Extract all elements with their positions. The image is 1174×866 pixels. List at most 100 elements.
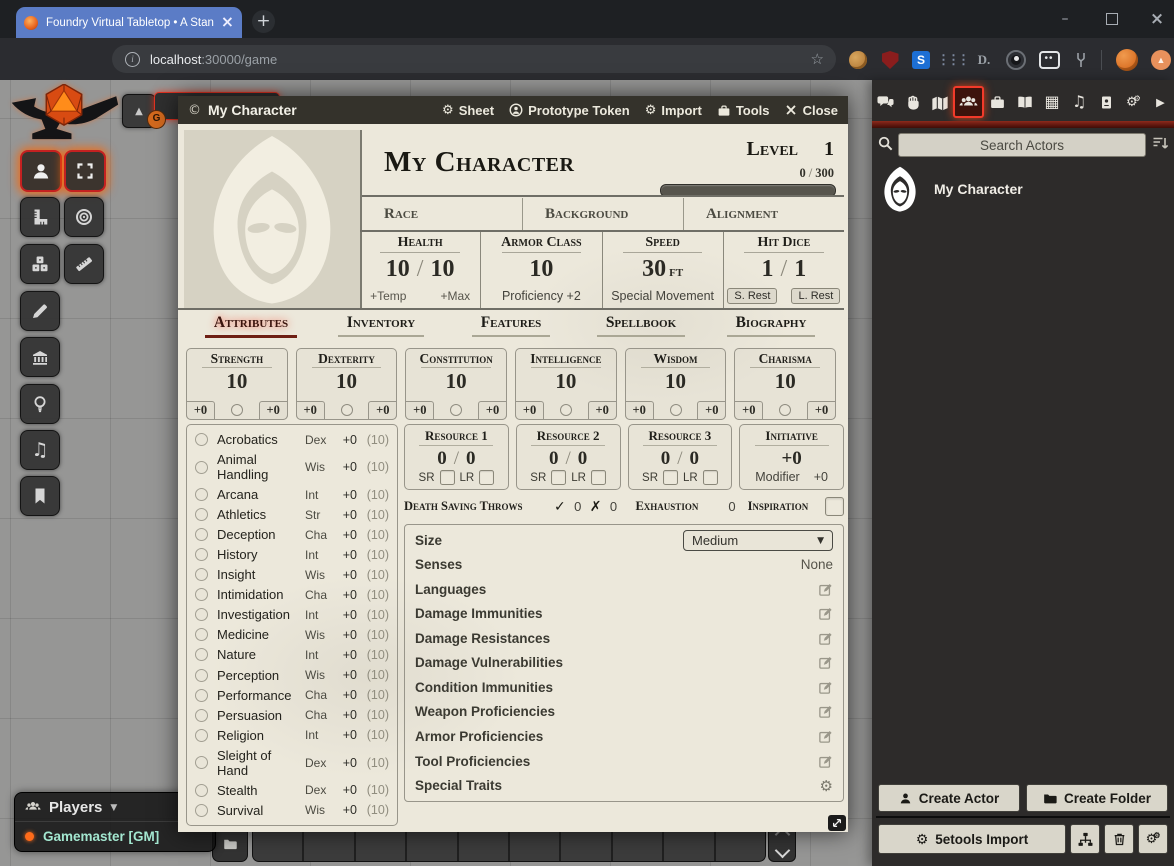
- ability-save[interactable]: +0: [259, 401, 288, 420]
- tab-spellbook[interactable]: Spellbook: [576, 314, 706, 342]
- address-bar[interactable]: i localhost:30000/game: [112, 45, 836, 73]
- edit-icon[interactable]: [818, 754, 833, 769]
- resource-box[interactable]: Resource 3 0/0 SR LR: [628, 424, 733, 490]
- skill-row[interactable]: Medicine Wis +0 (10): [195, 627, 389, 642]
- long-rest-button[interactable]: L. Rest: [791, 288, 840, 304]
- skill-proficiency-radio[interactable]: [195, 784, 208, 797]
- dark-reader-extension-icon[interactable]: D.: [973, 49, 995, 71]
- ability-mod[interactable]: +0: [625, 401, 654, 420]
- detail-field[interactable]: Race: [362, 198, 522, 230]
- tempmax-hp-label[interactable]: +Max: [440, 289, 470, 303]
- death-failure-icon[interactable]: [590, 498, 602, 515]
- resource-box[interactable]: Resource 1 0/0 SR LR: [404, 424, 509, 490]
- tab-chat[interactable]: [872, 85, 899, 119]
- macro-slot[interactable]: [664, 827, 715, 861]
- tab-tables[interactable]: [1039, 85, 1066, 119]
- sort-mode-icon[interactable]: [1151, 135, 1169, 152]
- initiative-modifier[interactable]: +0: [814, 470, 828, 484]
- skill-row[interactable]: Religion Int +0 (10): [195, 728, 389, 743]
- drawing-controls-button[interactable]: [20, 291, 60, 331]
- speed-block[interactable]: Speed 30ft Special Movement: [602, 232, 723, 308]
- search-actors-input[interactable]: [898, 133, 1146, 157]
- skill-proficiency-radio[interactable]: [195, 628, 208, 641]
- detail-field[interactable]: Background: [522, 198, 683, 230]
- close-window-button[interactable]: Close: [785, 103, 838, 118]
- death-successes[interactable]: 0: [570, 499, 586, 514]
- resource-values[interactable]: 0/0: [437, 448, 475, 470]
- update-badge-icon[interactable]: ▲: [1150, 49, 1172, 71]
- resource-box[interactable]: Resource 2 0/0 SR LR: [516, 424, 621, 490]
- resource-title[interactable]: Resource 2: [537, 428, 600, 444]
- save-proficiency-radio[interactable]: [231, 404, 243, 416]
- sr-checkbox[interactable]: [551, 470, 566, 485]
- skill-row[interactable]: History Int +0 (10): [195, 547, 389, 562]
- browser-tab[interactable]: Foundry Virtual Tabletop • A Stan: [16, 7, 242, 38]
- tab-attributes[interactable]: Attributes: [186, 314, 316, 342]
- window-close-button[interactable]: [1137, 0, 1174, 38]
- skill-row[interactable]: Investigation Int +0 (10): [195, 607, 389, 622]
- skill-row[interactable]: Persuasion Cha +0 (10): [195, 708, 389, 723]
- edit-icon[interactable]: [818, 582, 833, 597]
- ability-name[interactable]: Wisdom: [654, 351, 698, 367]
- cookie-extension-icon[interactable]: [847, 49, 869, 71]
- folder-tree-button[interactable]: [1070, 824, 1100, 854]
- create-folder-button[interactable]: Create Folder: [1026, 784, 1168, 812]
- tab-close-icon[interactable]: [221, 15, 234, 30]
- ability-save[interactable]: +0: [697, 401, 726, 420]
- skill-proficiency-radio[interactable]: [195, 508, 208, 521]
- character-name[interactable]: My Character: [384, 146, 574, 179]
- macro-slot[interactable]: [510, 827, 561, 861]
- initiative-value[interactable]: +0: [781, 448, 801, 470]
- skill-row[interactable]: Deception Cha +0 (10): [195, 527, 389, 542]
- macro-slot[interactable]: [407, 827, 458, 861]
- actor-avatar[interactable]: [880, 166, 920, 212]
- armor-class-block[interactable]: Armor Class 10 Proficiency +2: [480, 232, 601, 308]
- skill-proficiency-radio[interactable]: [195, 548, 208, 561]
- skill-row[interactable]: Stealth Dex +0 (10): [195, 783, 389, 798]
- ability-name[interactable]: Charisma: [759, 351, 812, 367]
- character-portrait[interactable]: [184, 130, 360, 308]
- skill-row[interactable]: Acrobatics Dex +0 (10): [195, 432, 389, 447]
- skill-proficiency-radio[interactable]: [195, 669, 208, 682]
- ability-score[interactable]: 10: [226, 369, 247, 394]
- ability-mod[interactable]: +0: [734, 401, 763, 420]
- tab-settings[interactable]: [1120, 85, 1147, 119]
- save-proficiency-radio[interactable]: [670, 404, 682, 416]
- import-button[interactable]: Import: [645, 102, 702, 118]
- tab-actors[interactable]: [953, 86, 984, 118]
- window-maximize-button[interactable]: [1092, 0, 1132, 38]
- macro-slot[interactable]: [561, 827, 612, 861]
- window-header[interactable]: My Character Sheet Prototype Token Impor…: [178, 96, 848, 124]
- sr-checkbox[interactable]: [440, 470, 455, 485]
- prototype-token-button[interactable]: Prototype Token: [509, 103, 630, 118]
- level-display[interactable]: Level1: [747, 138, 834, 161]
- tools-button[interactable]: Tools: [717, 103, 770, 118]
- tab-items[interactable]: [984, 85, 1011, 119]
- target-tool-button[interactable]: [64, 197, 104, 237]
- sr-checkbox[interactable]: [663, 470, 678, 485]
- initiative-box[interactable]: Initiative +0 Modifier+0: [739, 424, 844, 490]
- temp-hp-label[interactable]: +Temp: [370, 289, 406, 303]
- death-success-icon[interactable]: [554, 498, 566, 515]
- ability-block[interactable]: Wisdom 10 +0 +0: [625, 348, 727, 420]
- measure-controls-button[interactable]: [20, 197, 60, 237]
- ability-name[interactable]: Constitution: [420, 351, 493, 367]
- edit-icon[interactable]: [818, 606, 833, 621]
- delete-button[interactable]: [1104, 824, 1134, 854]
- tab-journal[interactable]: [1011, 85, 1038, 119]
- ac-value[interactable]: 10: [529, 256, 553, 282]
- skill-row[interactable]: Insight Wis +0 (10): [195, 567, 389, 582]
- edit-icon[interactable]: [818, 704, 833, 719]
- bookmark-star-icon[interactable]: [811, 50, 824, 68]
- macro-slot[interactable]: [356, 827, 407, 861]
- window-minimize-button[interactable]: [1045, 0, 1085, 38]
- sheet-config-button[interactable]: Sheet: [442, 102, 494, 118]
- skill-row[interactable]: Nature Int +0 (10): [195, 647, 389, 662]
- macro-slot[interactable]: [459, 827, 510, 861]
- grid-extension-icon[interactable]: ⋮⋮⋮: [941, 49, 963, 71]
- fork-extension-icon[interactable]: [1070, 49, 1092, 71]
- container-extension-icon[interactable]: ••: [1038, 49, 1060, 71]
- hit-dice-values[interactable]: 1/1: [762, 256, 807, 282]
- 5etools-import-button[interactable]: 5etools Import: [878, 824, 1066, 854]
- macro-slot[interactable]: [613, 827, 664, 861]
